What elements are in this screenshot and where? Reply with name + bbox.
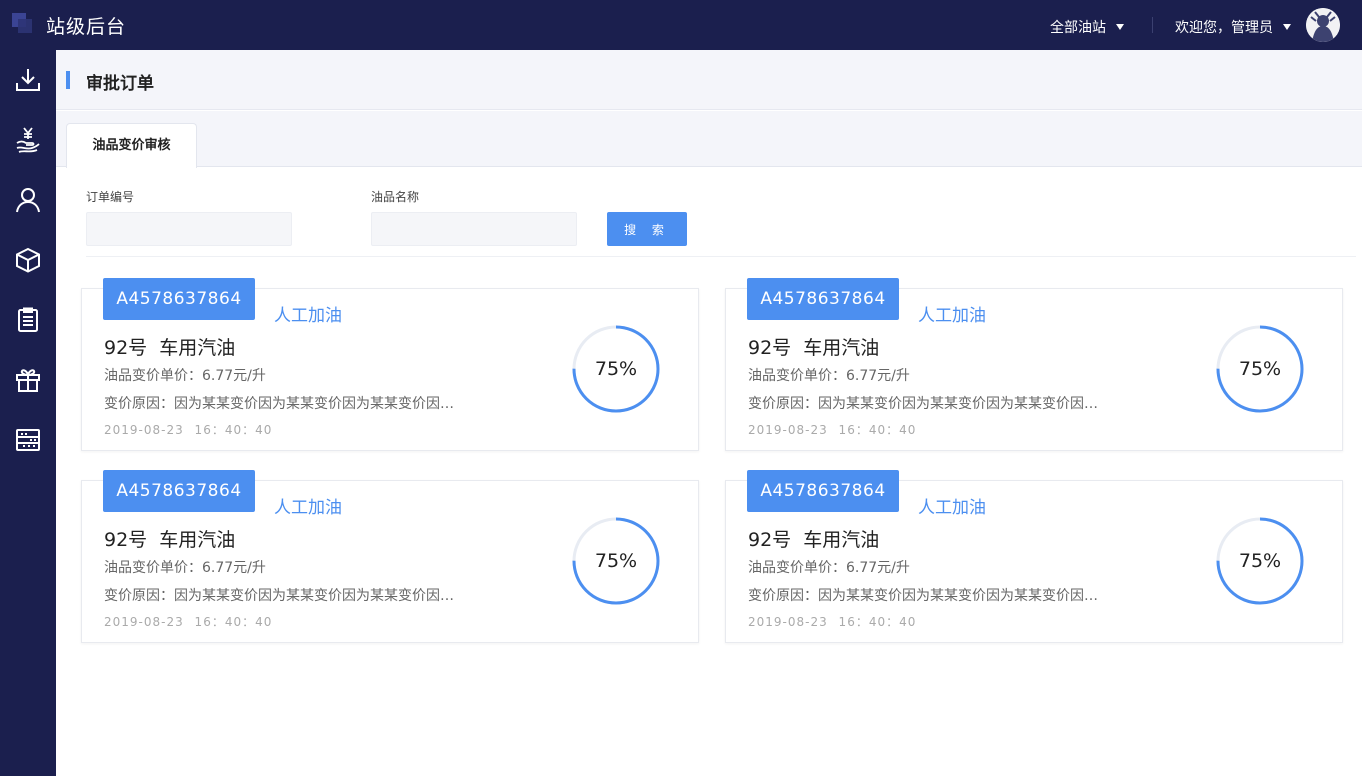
change-reason: 变价原因：因为某某变价因为某某变价因为某某变价因为某某变价 xyxy=(104,588,464,604)
sidebar-item-goods[interactable] xyxy=(0,230,56,290)
order-card[interactable]: A4578637864 人工加油 92号 车用汽油 油品变价单价：6.77元/升… xyxy=(81,470,699,643)
fueling-method: 人工加油 xyxy=(274,498,342,518)
top-bar: 站级后台 全部油站 欢迎您，管理员 xyxy=(0,0,1362,50)
product-name: 92号 车用汽油 xyxy=(748,529,880,551)
product-name-input[interactable] xyxy=(371,212,577,246)
clipboard-icon xyxy=(18,307,38,332)
divider xyxy=(1152,17,1153,33)
tab-strip: 油品变价审核 xyxy=(56,111,1362,168)
avatar[interactable] xyxy=(1306,8,1340,42)
order-number-badge: A4578637864 xyxy=(103,278,255,320)
progress-percent: 75% xyxy=(1238,358,1282,380)
changed-unit-price: 油品变价单价：6.77元/升 xyxy=(748,368,910,384)
page-title: 审批订单 xyxy=(86,74,154,94)
progress-percent: 75% xyxy=(1238,550,1282,572)
sidebar xyxy=(0,50,56,776)
user-greeting: 欢迎您，管理员 xyxy=(1175,20,1273,36)
cube-icon xyxy=(16,247,40,273)
station-selector-label: 全部油站 xyxy=(1050,20,1106,36)
sidebar-item-user[interactable] xyxy=(0,170,56,230)
change-reason: 变价原因：因为某某变价因为某某变价因为某某变价因为某某变价 xyxy=(104,396,464,412)
search-button[interactable]: 搜 索 xyxy=(607,212,687,246)
changed-unit-price: 油品变价单价：6.77元/升 xyxy=(104,560,266,576)
changed-unit-price: 油品变价单价：6.77元/升 xyxy=(748,560,910,576)
order-number-badge: A4578637864 xyxy=(747,278,899,320)
caret-down-icon xyxy=(1283,24,1291,30)
title-accent-bar xyxy=(66,71,70,89)
change-reason: 变价原因：因为某某变价因为某某变价因为某某变价因为某某变价 xyxy=(748,588,1108,604)
changed-unit-price: 油品变价单价：6.77元/升 xyxy=(104,368,266,384)
sidebar-item-gifts[interactable] xyxy=(0,350,56,410)
order-card[interactable]: A4578637864 人工加油 92号 车用汽油 油品变价单价：6.77元/升… xyxy=(81,278,699,451)
product-name: 92号 车用汽油 xyxy=(748,337,880,359)
gift-icon xyxy=(16,369,40,392)
app-logo-icon xyxy=(12,13,34,35)
sidebar-item-orders[interactable] xyxy=(0,290,56,350)
product-name-label: 油品名称 xyxy=(371,190,420,204)
order-datetime: 2019-08-23 16：40：40 xyxy=(748,423,917,437)
sidebar-item-download[interactable] xyxy=(0,50,56,110)
product-name: 92号 车用汽油 xyxy=(104,337,236,359)
order-no-input[interactable] xyxy=(86,212,292,246)
main-content: 审批订单 油品变价审核 订单编号 油品名称 搜 索 A4578637864 人工… xyxy=(56,50,1362,776)
progress-percent: 75% xyxy=(594,358,638,380)
sidebar-item-reports[interactable] xyxy=(0,410,56,470)
yen-hand-icon xyxy=(16,127,40,153)
fueling-method: 人工加油 xyxy=(918,498,986,518)
order-number-badge: A4578637864 xyxy=(747,470,899,512)
app-title: 站级后台 xyxy=(46,16,127,38)
caret-down-icon xyxy=(1116,24,1124,30)
station-selector[interactable]: 全部油站 xyxy=(1050,17,1124,37)
order-no-label: 订单编号 xyxy=(86,190,135,204)
change-reason: 变价原因：因为某某变价因为某某变价因为某某变价因为某某变价 xyxy=(748,396,1108,412)
user-icon xyxy=(16,188,40,213)
divider xyxy=(86,256,1356,257)
abacus-icon xyxy=(16,429,40,451)
fueling-method: 人工加油 xyxy=(274,306,342,326)
fueling-method: 人工加油 xyxy=(918,306,986,326)
product-name: 92号 车用汽油 xyxy=(104,529,236,551)
download-icon xyxy=(16,69,40,91)
tab-price-change-review[interactable]: 油品变价审核 xyxy=(66,123,197,168)
order-datetime: 2019-08-23 16：40：40 xyxy=(104,423,273,437)
sidebar-item-finance[interactable] xyxy=(0,110,56,170)
progress-percent: 75% xyxy=(594,550,638,572)
order-card[interactable]: A4578637864 人工加油 92号 车用汽油 油品变价单价：6.77元/升… xyxy=(725,470,1343,643)
order-datetime: 2019-08-23 16：40：40 xyxy=(104,615,273,629)
user-menu[interactable]: 欢迎您，管理员 xyxy=(1175,17,1291,37)
order-number-badge: A4578637864 xyxy=(103,470,255,512)
order-datetime: 2019-08-23 16：40：40 xyxy=(748,615,917,629)
page-header: 审批订单 xyxy=(56,50,1362,110)
order-card[interactable]: A4578637864 人工加油 92号 车用汽油 油品变价单价：6.77元/升… xyxy=(725,278,1343,451)
